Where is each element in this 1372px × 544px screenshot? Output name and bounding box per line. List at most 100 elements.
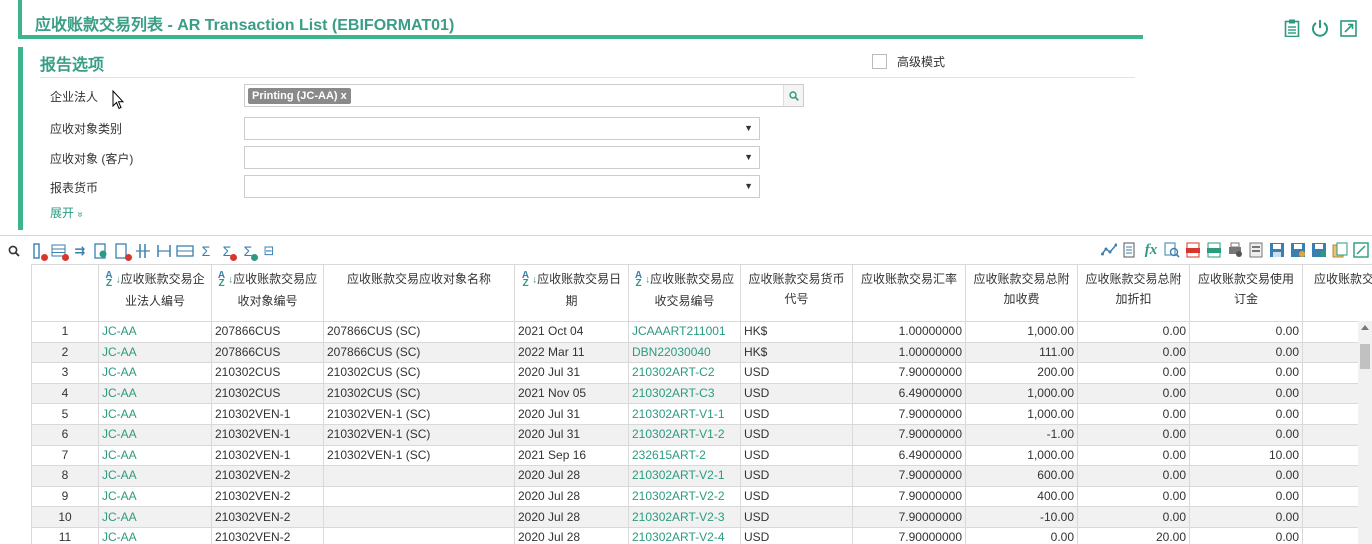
sort-az-icon[interactable]: A Z ↓ [635, 271, 650, 289]
add-icon[interactable] [91, 241, 111, 261]
table-cell-link[interactable]: 210302ART-V2-3 [628, 506, 741, 528]
report-icon[interactable] [1246, 240, 1266, 260]
table-row[interactable]: 11 JC-AA 210302VEN-2 2020 Jul 28 210302ART-V… [31, 526, 1372, 544]
table-row[interactable]: 9 JC-AA 210302VEN-2 2020 Jul 28 210302ART-V2… [31, 485, 1372, 508]
table-cell-link[interactable]: JC-AA [98, 465, 212, 487]
table-cell-link[interactable]: JCAAART211001 [628, 321, 741, 343]
table-cell-link[interactable]: JC-AA [98, 526, 212, 544]
entity-tag-remove[interactable]: x [341, 90, 347, 102]
run-icon[interactable]: ⇉ [70, 241, 90, 261]
ar-object-select[interactable]: ▼ [244, 146, 760, 169]
table-cell: 1,000.00 [965, 321, 1078, 343]
sort-az-icon[interactable]: A Z ↓ [105, 271, 120, 289]
fit-column-icon[interactable] [175, 241, 195, 261]
ar-type-select[interactable]: ▼ [244, 117, 760, 140]
table-cell: 210302VEN-1 (SC) [323, 403, 515, 425]
table-cell-link[interactable]: 210302ART-C2 [628, 362, 741, 384]
sum-settings-icon[interactable]: ⊟ [259, 241, 279, 261]
table-cell: 210302VEN-1 (SC) [323, 423, 515, 446]
header-discount[interactable]: 应收账款交易总附加折扣 [1077, 264, 1190, 322]
row-index: 11 [31, 526, 99, 544]
entity-tag[interactable]: Printing (JC-AA) x [248, 88, 351, 104]
export-icon[interactable] [1351, 240, 1371, 260]
table-cell-link[interactable]: JC-AA [98, 341, 212, 364]
table-row[interactable]: 1 JC-AA 207866CUS 207866CUS (SC) 2021 Oct 04… [31, 321, 1372, 343]
table-cell-link[interactable]: 210302ART-V2-4 [628, 526, 741, 544]
formula-icon[interactable]: fx [1141, 240, 1161, 260]
remove-icon[interactable] [112, 241, 132, 261]
split-column-icon[interactable] [133, 241, 153, 261]
header-currency[interactable]: 应收账款交易货币代号 [740, 264, 853, 322]
table-cell-link[interactable]: 210302ART-V1-2 [628, 423, 741, 446]
pdf-icon[interactable] [1183, 240, 1203, 260]
table-cell-link[interactable]: 232615ART-2 [628, 444, 741, 467]
search-icon[interactable] [783, 85, 803, 106]
find-icon[interactable] [1162, 240, 1182, 260]
table-cell-link[interactable]: JC-AA [98, 403, 212, 425]
table-cell-link[interactable]: JC-AA [98, 506, 212, 528]
table-cell: 2020 Jul 31 [514, 362, 629, 384]
toolbar-left-group: ⇉ Σ Σ Σ ⊟ [0, 240, 280, 262]
delete-table-icon[interactable] [49, 241, 69, 261]
table-row[interactable]: 6 JC-AA 210302VEN-1 210302VEN-1 (SC) 2020 Ju… [31, 423, 1372, 446]
edit-list-icon[interactable] [1120, 240, 1140, 260]
vertical-scrollbar[interactable] [1358, 321, 1372, 544]
sort-az-icon[interactable]: A Z ↓ [218, 271, 233, 289]
copy-icon[interactable] [1330, 240, 1350, 260]
sum-icon[interactable]: Σ [196, 241, 216, 261]
table-cell-link[interactable]: 210302ART-V2-1 [628, 465, 741, 487]
sort-az-icon[interactable]: A Z ↓ [522, 271, 537, 289]
table-cell-link[interactable]: JC-AA [98, 382, 212, 405]
entity-multiselect[interactable]: Printing (JC-AA) x [244, 84, 804, 107]
table-cell-link[interactable]: JC-AA [98, 362, 212, 384]
header-transaction-no[interactable]: A Z ↓应收账款交易应收交易编号 [628, 264, 741, 322]
table-cell-link[interactable]: 210302ART-C3 [628, 382, 741, 405]
header-date[interactable]: A Z ↓应收账款交易日期 [514, 264, 629, 322]
save-as-icon[interactable] [1288, 240, 1308, 260]
delete-column-icon[interactable] [28, 241, 48, 261]
power-icon[interactable] [1310, 18, 1330, 38]
table-row[interactable]: 2 JC-AA 207866CUS 207866CUS (SC) 2022 Mar 11… [31, 341, 1372, 364]
currency-select[interactable]: ▼ [244, 175, 760, 198]
header-surcharge[interactable]: 应收账款交易总附加收费 [965, 264, 1078, 322]
table-cell-link[interactable]: 210302ART-V1-1 [628, 403, 741, 425]
row-index: 10 [31, 506, 99, 528]
table-row[interactable]: 3 JC-AA 210302CUS 210302CUS (SC) 2020 Jul 31… [31, 362, 1372, 384]
table-row[interactable]: 4 JC-AA 210302CUS 210302CUS (SC) 2021 Nov 05… [31, 382, 1372, 405]
header-ar-object-no[interactable]: A Z ↓应收账款交易应收对象编号 [211, 264, 324, 322]
header-entity-no[interactable]: A Z ↓应收账款交易企业法人编号 [98, 264, 212, 322]
header-label: 应收账款交易应收对象编号 [233, 272, 318, 308]
save-icon[interactable] [1267, 240, 1287, 260]
advanced-mode-checkbox[interactable] [872, 54, 887, 69]
expand-icon[interactable] [1338, 18, 1358, 38]
advanced-mode-toggle[interactable]: 高级模式 [872, 53, 945, 70]
print-settings-icon[interactable] [1225, 240, 1245, 260]
header-deposit[interactable]: 应收账款交易使用订金 [1189, 264, 1303, 322]
table-cell-link[interactable]: JC-AA [98, 423, 212, 446]
table-cell: USD [740, 423, 853, 446]
merge-column-icon[interactable] [154, 241, 174, 261]
header-rate[interactable]: 应收账款交易汇率 [852, 264, 966, 322]
clipboard-icon[interactable] [1282, 18, 1302, 38]
table-cell [323, 506, 515, 528]
table-cell-link[interactable]: JC-AA [98, 485, 212, 508]
table-row[interactable]: 7 JC-AA 210302VEN-1 210302VEN-1 (SC) 2021 Se… [31, 444, 1372, 467]
scroll-up-icon[interactable] [1361, 325, 1369, 330]
search-icon[interactable] [0, 240, 28, 262]
save-settings-icon[interactable] [1309, 240, 1329, 260]
table-row[interactable]: 10 JC-AA 210302VEN-2 2020 Jul 28 210302ART-V… [31, 506, 1372, 528]
header-total[interactable]: 应收账款交易总额 [1302, 264, 1372, 322]
sum-view-icon[interactable]: Σ [238, 241, 258, 261]
excel-icon[interactable] [1204, 240, 1224, 260]
expand-link[interactable]: 展开 » [50, 204, 86, 221]
table-cell-link[interactable]: 210302ART-V2-2 [628, 485, 741, 508]
table-row[interactable]: 8 JC-AA 210302VEN-2 2020 Jul 28 210302ART-V2… [31, 465, 1372, 487]
table-cell-link[interactable]: JC-AA [98, 321, 212, 343]
scroll-thumb[interactable] [1360, 344, 1370, 369]
table-cell-link[interactable]: DBN22030040 [628, 341, 741, 364]
chart-icon[interactable] [1099, 240, 1119, 260]
table-row[interactable]: 5 JC-AA 210302VEN-1 210302VEN-1 (SC) 2020 Ju… [31, 403, 1372, 425]
header-ar-object-name[interactable]: 应收账款交易应收对象名称 [323, 264, 515, 322]
sum-remove-icon[interactable]: Σ [217, 241, 237, 261]
table-cell-link[interactable]: JC-AA [98, 444, 212, 467]
